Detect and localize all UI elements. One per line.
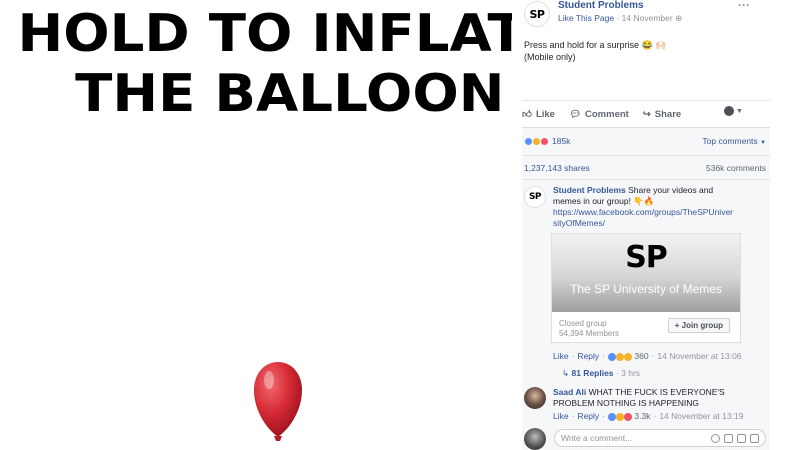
reactions-row: 185k Top comments ▼: [524, 136, 766, 146]
react-as-selector[interactable]: ▼: [724, 106, 743, 116]
more-options-icon[interactable]: ···: [738, 0, 750, 12]
comment-text-cont: PROBLEM NOTHING IS HAPPENING: [553, 398, 699, 408]
page-avatar[interactable]: SP: [524, 1, 550, 27]
headline-line-1: HOLD TO INFLATE: [17, 4, 512, 64]
replies-time: 3 hrs: [621, 368, 641, 378]
post-action-bar: 👍︎ Like 💬︎ Comment ↪ Share: [522, 104, 758, 124]
post-panel: SP Student Problems Like This Page · 14 …: [512, 0, 800, 450]
video-headline: HOLD TO INFLATE THE BALLOON: [0, 0, 512, 124]
divider: [522, 100, 770, 101]
shares-count[interactable]: 1,237,143 shares: [524, 163, 590, 173]
share-label: Share: [654, 108, 682, 120]
commenter-avatar[interactable]: SP: [524, 186, 546, 208]
join-group-button[interactable]: + Join group: [667, 318, 730, 333]
like-page-link[interactable]: Like This Page: [558, 13, 614, 23]
comment-reaction-count: 3.3k: [634, 411, 651, 421]
commenter-avatar[interactable]: [524, 387, 546, 409]
comment-actions: Like · Reply · 360 · 14 November at 13:0…: [553, 351, 742, 361]
comment-like-link[interactable]: Like: [553, 411, 569, 421]
haha-reaction-icon: [616, 352, 625, 361]
globe-icon: ⊕: [675, 13, 683, 23]
thumbs-up-icon: 👍︎: [522, 109, 532, 120]
comment-reactions[interactable]: 3.3k: [608, 411, 650, 421]
angry-reaction-icon: [624, 412, 633, 421]
wow-reaction-icon: [624, 352, 633, 361]
comment-reply-link[interactable]: Reply: [577, 411, 599, 421]
comments-section: 185k Top comments ▼ 1,237,143 shares 536…: [522, 127, 770, 450]
group-logo: SP: [625, 240, 668, 275]
top-comments-label: Top comments: [702, 136, 758, 146]
page-avatar-text: SP: [529, 7, 545, 21]
top-comments-dropdown[interactable]: Top comments ▼: [702, 136, 766, 146]
sticker-icon[interactable]: [750, 433, 759, 443]
comment-time[interactable]: 14 November at 13:19: [659, 411, 743, 421]
small-avatar-icon: [724, 106, 734, 116]
like-button[interactable]: 👍︎ Like: [522, 108, 555, 121]
comment-reply-link[interactable]: Reply: [577, 351, 599, 361]
gif-icon[interactable]: [737, 433, 746, 443]
comment-link-cont[interactable]: sityOfMemes/: [553, 218, 605, 228]
comment-text: WHAT THE FUCK IS EVERYONE'S: [588, 387, 725, 397]
like-reaction-icon: [608, 412, 617, 421]
chevron-down-icon: ▼: [736, 107, 743, 115]
comment-actions: Like · Reply · 3.3k · 14 November at 13:…: [553, 411, 744, 421]
comments-count[interactable]: 536k comments: [706, 163, 766, 173]
like-reaction-icon: [608, 352, 617, 361]
group-type: Closed group: [559, 319, 607, 328]
post-meta: Like This Page · 14 November ⊕: [558, 13, 683, 23]
reactions-count: 185k: [552, 136, 571, 146]
post-text-line-2: (Mobile only): [524, 52, 576, 62]
view-replies[interactable]: ↳ 81 Replies · 3 hrs: [562, 368, 640, 379]
comment-reactions[interactable]: 360: [608, 351, 649, 361]
comment-body: Student Problems Share your videos and m…: [553, 185, 735, 229]
chevron-down-icon: ▼: [760, 140, 766, 146]
comment-label: Comment: [585, 108, 629, 120]
comment-body: Saad Ali WHAT THE FUCK IS EVERYONE'S PRO…: [553, 387, 763, 409]
love-reaction-icon: [540, 136, 549, 146]
comment-composer[interactable]: Write a comment...: [554, 429, 766, 447]
group-title: The SP University of Memes: [570, 282, 722, 296]
reactions-summary[interactable]: 185k: [524, 136, 570, 146]
share-arrow-icon: ↪: [642, 108, 651, 120]
group-link-card[interactable]: SP The SP University of Memes Closed gro…: [551, 233, 741, 343]
camera-icon[interactable]: [724, 433, 733, 443]
like-label: Like: [535, 108, 555, 120]
comment-reaction-count: 360: [634, 351, 649, 361]
haha-reaction-icon: [616, 412, 625, 421]
comment-link[interactable]: https://www.facebook.com/groups/TheSPUni…: [553, 207, 733, 217]
page-name-link[interactable]: Student Problems: [558, 0, 644, 11]
comment-button[interactable]: 💬︎ Comment: [569, 109, 629, 120]
group-cover-image: SP The SP University of Memes: [552, 234, 740, 312]
emoji-icon[interactable]: [711, 433, 720, 443]
divider: [522, 179, 770, 180]
post-text: Press and hold for a surprise 😂 🙌🏻 (Mobi…: [524, 39, 666, 63]
comment-author[interactable]: Student Problems: [553, 185, 626, 195]
composer-tools: [707, 433, 759, 443]
balloon[interactable]: [252, 360, 304, 450]
post-text-line-1: Press and hold for a surprise 😂 🙌🏻: [524, 40, 667, 50]
group-members: 54,394 Members: [559, 329, 620, 338]
user-avatar[interactable]: [524, 428, 546, 450]
share-button[interactable]: ↪ Share: [643, 109, 681, 120]
headline-line-2: THE BALLOON: [75, 64, 505, 124]
screen: HOLD TO INFLATE THE BALLOON SP Student P…: [0, 0, 800, 450]
commenter-avatar-text: SP: [528, 192, 542, 202]
comment-input-placeholder: Write a comment...: [561, 433, 633, 443]
replies-link[interactable]: 81 Replies: [571, 368, 613, 378]
comment-author[interactable]: Saad Ali: [553, 387, 586, 397]
video-player[interactable]: HOLD TO INFLATE THE BALLOON: [0, 0, 512, 450]
divider: [522, 155, 770, 156]
group-info: Closed group 54,394 Members: [559, 319, 619, 339]
comment-time[interactable]: 14 November at 13:06: [657, 351, 741, 361]
post-date[interactable]: 14 November: [622, 13, 673, 23]
speech-bubble-icon: 💬︎: [568, 108, 582, 120]
shares-row: 1,237,143 shares 536k comments: [524, 163, 766, 173]
comment-like-link[interactable]: Like: [553, 351, 569, 361]
